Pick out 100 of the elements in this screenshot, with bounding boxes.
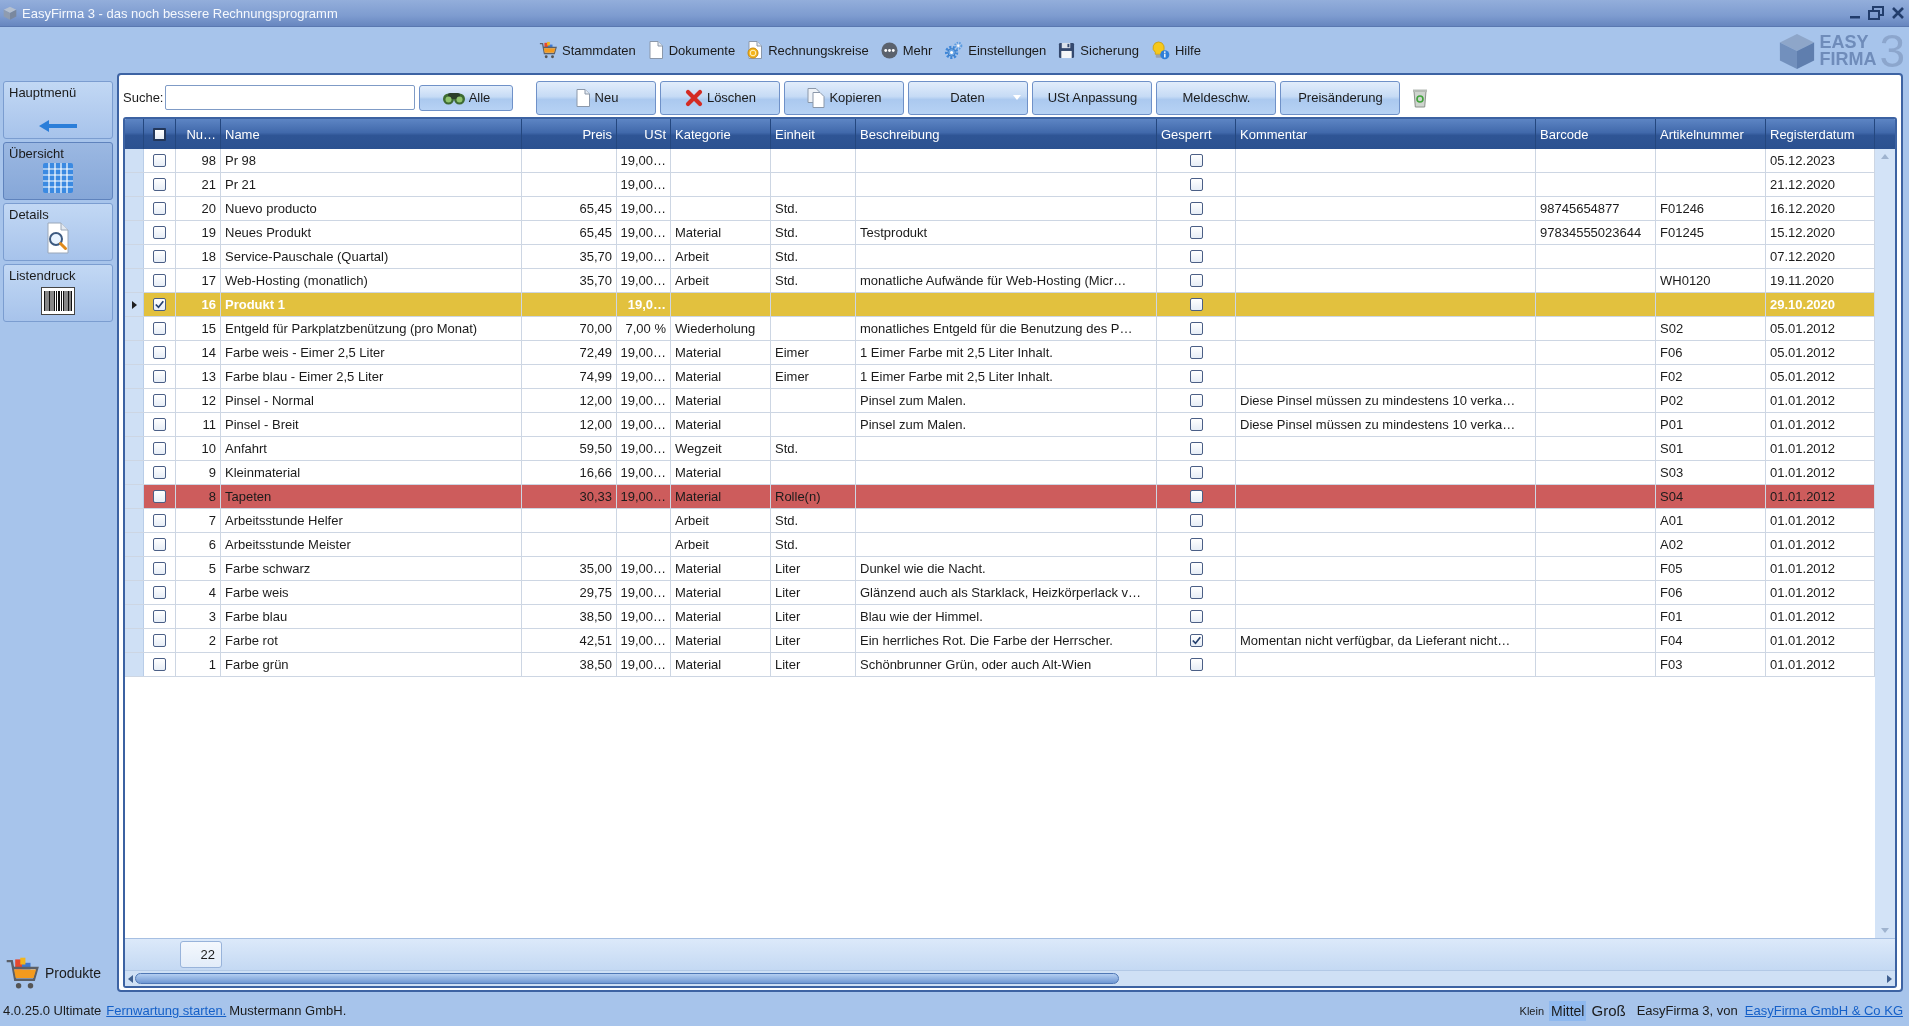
restore-icon[interactable]: [1868, 6, 1884, 20]
table-row[interactable]: 1 Farbe grün 38,50 19,00… Material Liter Schönbrunner Grün, oder auch Alt-Wien F03 01.01.2012: [125, 653, 1875, 677]
table-row[interactable]: 13 Farbe blau - Eimer 2,5 Liter 74,99 19,00… Material Eimer 1 Eimer Farbe mit 2,5 Liter Inhalt. F02 05.01.2012: [125, 365, 1875, 389]
column-header[interactable]: Kommentar: [1236, 119, 1536, 149]
toolbar-button[interactable]: Daten: [908, 80, 1029, 115]
locked-checkbox[interactable]: [1189, 346, 1203, 359]
table-row[interactable]: 15 Entgeld für Parkplatzbenützung (pro Monat) 70,00 7,00 % Wiederholung monatliches Entgeld für die Benutzung des P… S02 05.01.2012: [125, 317, 1875, 341]
column-header[interactable]: Artikelnummer: [1656, 119, 1766, 149]
horizontal-scrollbar[interactable]: [125, 970, 1895, 986]
row-checkbox[interactable]: [153, 322, 166, 335]
font-size-option[interactable]: Groß: [1589, 1000, 1628, 1021]
row-checkbox[interactable]: [153, 418, 166, 431]
row-header-cell[interactable]: [125, 533, 144, 556]
table-row[interactable]: 18 Service-Pauschale (Quartal) 35,70 19,00… Arbeit Std. 07.12.2020: [125, 245, 1875, 269]
locked-checkbox[interactable]: [1189, 298, 1203, 311]
locked-checkbox[interactable]: [1189, 514, 1203, 527]
row-checkbox[interactable]: [153, 370, 166, 383]
row-header-cell[interactable]: [125, 605, 144, 628]
nav-item[interactable]: Übersicht: [3, 142, 113, 200]
font-size-option[interactable]: Mittel: [1549, 1000, 1587, 1021]
table-row[interactable]: 12 Pinsel - Normal 12,00 19,00… Material Pinsel zum Malen. Diese Pinsel müssen zu mindestens 10 verka… P02 01.01.2012: [125, 389, 1875, 413]
row-header-cell[interactable]: [125, 437, 144, 460]
row-checkbox[interactable]: [153, 274, 166, 287]
row-checkbox[interactable]: [153, 562, 166, 575]
menu-item[interactable]: Dokumente: [644, 39, 739, 61]
row-checkbox[interactable]: [153, 154, 166, 167]
row-checkbox[interactable]: [153, 394, 166, 407]
row-checkbox[interactable]: [153, 490, 166, 503]
locked-checkbox[interactable]: [1189, 250, 1203, 263]
trash-can-icon[interactable]: [1412, 87, 1429, 108]
row-checkbox[interactable]: [153, 250, 166, 263]
row-header-cell[interactable]: [125, 629, 144, 652]
column-header[interactable]: Registerdatum: [1766, 119, 1875, 149]
locked-checkbox[interactable]: [1189, 154, 1203, 167]
row-header-cell[interactable]: [125, 269, 144, 292]
column-header[interactable]: Gesperrt: [1157, 119, 1236, 149]
row-header-cell[interactable]: [125, 557, 144, 580]
row-checkbox[interactable]: [153, 226, 166, 239]
row-checkbox[interactable]: [153, 538, 166, 551]
locked-checkbox[interactable]: [1189, 490, 1203, 503]
row-header-cell[interactable]: [125, 293, 144, 316]
close-icon[interactable]: [1891, 6, 1905, 20]
locked-checkbox[interactable]: [1189, 562, 1203, 575]
row-checkbox[interactable]: [153, 442, 166, 455]
table-row[interactable]: 19 Neues Produkt 65,45 19,00… Material Std. Testprodukt 97834555023644 F01245 15.12.2020: [125, 221, 1875, 245]
row-header-cell[interactable]: [125, 389, 144, 412]
locked-checkbox[interactable]: [1189, 634, 1203, 647]
row-header-cell[interactable]: [125, 341, 144, 364]
row-header-cell[interactable]: [125, 485, 144, 508]
row-checkbox[interactable]: [153, 346, 166, 359]
table-row[interactable]: 20 Nuevo producto 65,45 19,00… Std. 98745654877 F01246 16.12.2020: [125, 197, 1875, 221]
locked-checkbox[interactable]: [1189, 586, 1203, 599]
column-header[interactable]: Einheit: [771, 119, 856, 149]
row-header-cell[interactable]: [125, 173, 144, 196]
row-header-cell[interactable]: [125, 197, 144, 220]
row-checkbox[interactable]: [153, 202, 166, 215]
table-row[interactable]: 21 Pr 21 19,00… 21.12.2020: [125, 173, 1875, 197]
table-row[interactable]: 5 Farbe schwarz 35,00 19,00… Material Liter Dunkel wie die Nacht. F05 01.01.2012: [125, 557, 1875, 581]
column-header[interactable]: Beschreibung: [856, 119, 1157, 149]
column-header[interactable]: Name: [221, 119, 522, 149]
locked-checkbox[interactable]: [1189, 442, 1203, 455]
table-row[interactable]: 98 Pr 98 19,00… 05.12.2023: [125, 149, 1875, 173]
locked-checkbox[interactable]: [1189, 274, 1203, 287]
row-checkbox[interactable]: [153, 634, 166, 647]
locked-checkbox[interactable]: [1189, 538, 1203, 551]
table-row[interactable]: 4 Farbe weis 29,75 19,00… Material Liter Glänzend auch als Starklack, Heizkörperlack v… F06 01.01.2012: [125, 581, 1875, 605]
row-checkbox[interactable]: [153, 610, 166, 623]
table-row[interactable]: 11 Pinsel - Breit 12,00 19,00… Material Pinsel zum Malen. Diese Pinsel müssen zu mindestens 10 verka… P01 01.01.2012: [125, 413, 1875, 437]
menu-item[interactable]: Stammdaten: [536, 39, 639, 61]
column-header[interactable]: Kategorie: [671, 119, 771, 149]
row-header-cell[interactable]: [125, 149, 144, 172]
toolbar-button[interactable]: Kopieren: [784, 80, 905, 115]
menu-item[interactable]: Hilfe: [1147, 38, 1204, 62]
menu-item[interactable]: Einstellungen: [941, 38, 1050, 62]
row-checkbox[interactable]: [153, 586, 166, 599]
column-header[interactable]: Barcode: [1536, 119, 1656, 149]
table-row[interactable]: 7 Arbeitsstunde Helfer Arbeit Std. A01 01.01.2012: [125, 509, 1875, 533]
menu-item[interactable]: Mehr: [877, 39, 936, 61]
row-checkbox[interactable]: [153, 514, 166, 527]
locked-checkbox[interactable]: [1189, 466, 1203, 479]
row-checkbox[interactable]: [153, 658, 166, 671]
locked-checkbox[interactable]: [1189, 370, 1203, 383]
row-header-cell[interactable]: [125, 317, 144, 340]
row-header-cell[interactable]: [125, 245, 144, 268]
table-row[interactable]: 2 Farbe rot 42,51 19,00… Material Liter Ein herrliches Rot. Die Farbe der Herrscher. Momentan nicht verfügbar, da Lieferant nicht… F04 01.01.2012: [125, 629, 1875, 653]
column-header[interactable]: USt: [617, 119, 671, 149]
row-checkbox[interactable]: [153, 298, 166, 311]
table-row[interactable]: 6 Arbeitsstunde Meister Arbeit Std. A02 01.01.2012: [125, 533, 1875, 557]
row-header-cell[interactable]: [125, 221, 144, 244]
column-header[interactable]: Nu…: [176, 119, 221, 149]
locked-checkbox[interactable]: [1189, 202, 1203, 215]
font-size-option[interactable]: Klein: [1517, 1002, 1546, 1019]
row-checkbox[interactable]: [153, 178, 166, 191]
column-header[interactable]: Preis: [522, 119, 617, 149]
select-all-checkbox[interactable]: [153, 127, 166, 141]
toolbar-button[interactable]: Löschen: [660, 80, 781, 115]
toolbar-button[interactable]: Preisänderung: [1280, 80, 1401, 115]
toolbar-button[interactable]: Meldeschw.: [1156, 80, 1277, 115]
show-all-button[interactable]: Alle: [419, 84, 514, 111]
nav-item[interactable]: Listendruck: [3, 264, 113, 322]
